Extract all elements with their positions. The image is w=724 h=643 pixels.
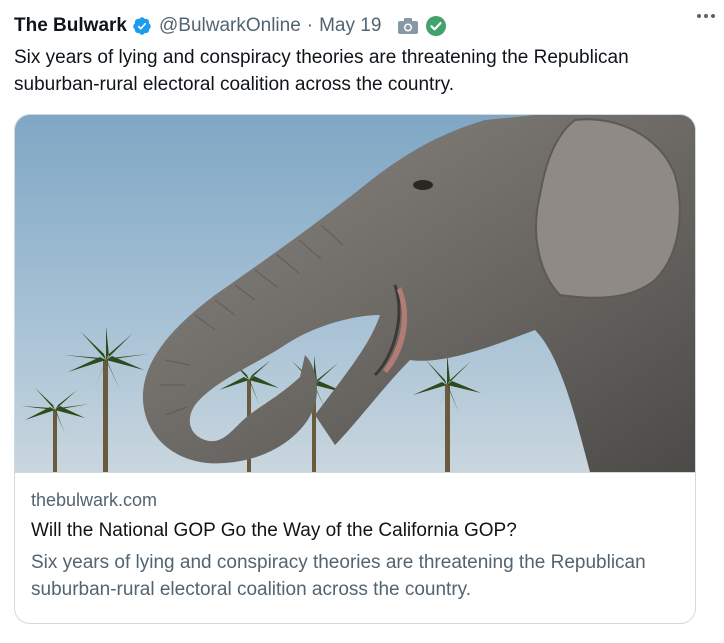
card-domain: thebulwark.com xyxy=(31,490,158,510)
tweet-text: Six years of lying and conspiracy theori… xyxy=(14,47,629,95)
card-meta: thebulwark.com Will the National GOP Go … xyxy=(31,487,681,603)
separator-dot: · xyxy=(306,15,314,36)
card-divider xyxy=(15,472,695,473)
link-card[interactable]: thebulwark.com Will the National GOP Go … xyxy=(14,114,696,624)
more-horizontal-icon[interactable] xyxy=(692,6,720,26)
card-title[interactable]: Will the National GOP Go the Way of the … xyxy=(31,517,681,545)
verified-badge-icon xyxy=(132,16,152,36)
camera-icon xyxy=(397,17,419,35)
tweet-date[interactable]: May 19 xyxy=(319,15,381,37)
checkmark-circle-icon xyxy=(425,15,447,37)
card-image[interactable] xyxy=(15,115,695,472)
tweet-header: The Bulwark @BulwarkOnline · May 19 xyxy=(14,10,704,42)
tweet: The Bulwark @BulwarkOnline · May 19 Six … xyxy=(0,0,724,643)
author-handle[interactable]: @BulwarkOnline xyxy=(159,15,301,37)
author-name[interactable]: The Bulwark xyxy=(14,15,127,37)
card-description: Six years of lying and conspiracy theori… xyxy=(31,552,646,600)
